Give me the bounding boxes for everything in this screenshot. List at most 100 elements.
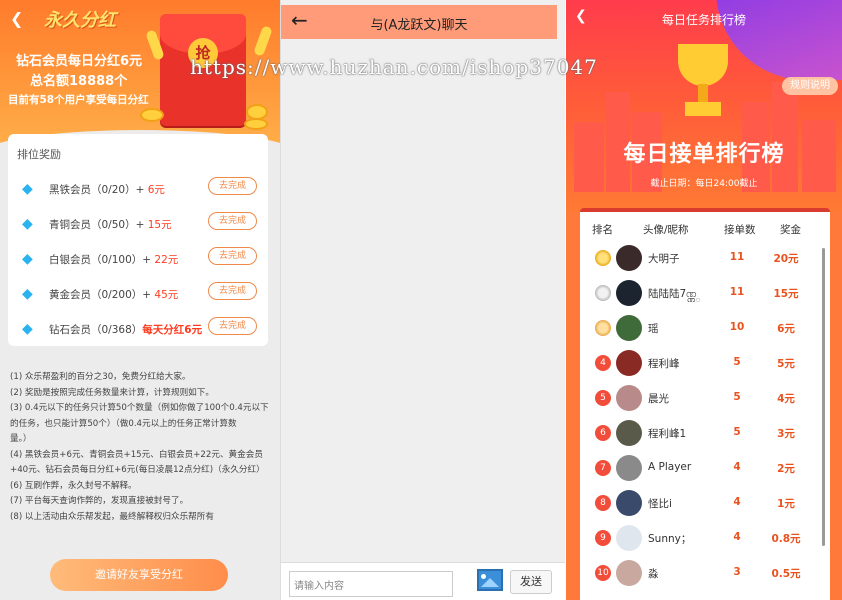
reward-amount: 6元	[144, 184, 165, 196]
user-name: 怪比i	[648, 498, 672, 510]
rank-number: 7	[595, 460, 611, 476]
ranking-row: 大明子 11 20元	[580, 238, 830, 274]
rule-line: (8) 以上活动由众乐帮发起，最终解释权归众乐帮所有	[10, 511, 214, 522]
reward-value: 4元	[777, 393, 795, 405]
rank-number: 4	[595, 355, 611, 371]
reward-label: 青铜会员（0/50）+ 15元	[49, 217, 172, 232]
reward-name: 黑铁会员（0/20）+	[49, 184, 145, 196]
card-title: 排位奖励	[17, 148, 61, 161]
reward-row: ◆ 钻石会员（0/368）每天分红6元 去完成	[8, 316, 268, 352]
complete-button[interactable]: 去完成	[208, 177, 257, 195]
reward-label: 钻石会员（0/368）每天分红6元	[49, 322, 202, 337]
reward-value: 20元	[773, 253, 799, 265]
ranking-row: 6 程利峰1 5 3元	[580, 413, 830, 449]
ranking-row: 9 Sunny； 4 0.8元	[580, 518, 830, 554]
reward-name: 白银会员（0/100）+	[49, 254, 152, 266]
user-name: 程利峰	[648, 358, 680, 370]
avatar	[616, 490, 642, 516]
user-name: 大明子	[648, 253, 680, 265]
order-count: 11	[729, 286, 745, 298]
user-name: A Player	[648, 461, 692, 473]
avatar-header: 头像/昵称	[643, 224, 689, 236]
order-count: 3	[733, 566, 741, 578]
complete-button[interactable]: 去完成	[208, 282, 257, 300]
ranking-row: 5 晨光 5 4元	[580, 378, 830, 414]
leaderboard-heading: 每日接单排行榜	[623, 142, 785, 167]
invite-button[interactable]: 邀请好友享受分红	[50, 559, 228, 591]
order-count: 4	[733, 461, 741, 473]
leaderboard-panel: ❮ 每日任务排行榜 规则说明 每日接单排行榜 截止日期：每日24:00截止 排名…	[566, 0, 842, 600]
diamond-icon: ◆	[22, 181, 33, 197]
ranking-row: 4 程利峰 5 5元	[580, 343, 830, 379]
chat-panel: ← 与(A龙跃文)聊天 请输入内容 发送	[280, 0, 565, 600]
user-name: Sunny；	[648, 533, 692, 545]
bonus-line-1: 钻石会员每日分红6元	[16, 54, 143, 69]
watermark-text: https://www.huzhan.com/ishop37047	[190, 55, 598, 79]
reward-name: 青铜会员（0/50）+	[49, 219, 145, 231]
diamond-icon: ◆	[22, 216, 33, 232]
reward-value: 0.5元	[771, 568, 801, 580]
reward-name: 钻石会员（0/368）	[49, 324, 143, 336]
ranking-row: 10 淼 3 0.5元	[580, 553, 830, 589]
avatar	[616, 420, 642, 446]
rank-reward-card: 排位奖励 ◆ 黑铁会员（0/20）+ 6元 去完成 ◆ 青铜会员（0/50）+ …	[8, 134, 268, 346]
ranking-list: 排名 头像/昵称 接单数 奖金 大明子 11 20元 陆陆陆7ဏ္ဏ္ 11 1…	[580, 208, 830, 600]
reward-value: 6元	[777, 323, 795, 335]
ranking-row: 7 A Player 4 2元	[580, 448, 830, 484]
reward-header: 奖金	[780, 224, 801, 236]
rule-line: 量。）	[10, 434, 32, 444]
reward-row: ◆ 青铜会员（0/50）+ 15元 去完成	[8, 211, 268, 247]
rank-number: 9	[595, 530, 611, 546]
rule-line: (6) 互刷作弊，永久封号不解释。	[10, 480, 137, 491]
message-input[interactable]: 请输入内容	[289, 571, 453, 597]
order-count: 10	[729, 321, 745, 333]
order-count: 5	[733, 391, 741, 403]
avatar	[616, 560, 642, 586]
chat-input-bar: 请输入内容 发送	[281, 562, 565, 600]
ranking-row: 8 怪比i 4 1元	[580, 483, 830, 519]
rules-button[interactable]: 规则说明	[782, 77, 838, 95]
hand-icon	[253, 25, 273, 57]
rule-line: (3) 0.4元以下的任务只计算50个数量（例如你做了100个0.4元以下	[10, 403, 269, 413]
reward-value: 1元	[777, 498, 795, 510]
avatar	[616, 525, 642, 551]
order-count: 4	[733, 531, 741, 543]
rule-line: (4) 黑铁会员+6元、青铜会员+15元、白银会员+22元、黄金会员	[10, 449, 263, 460]
rule-line: (2) 奖励是按照完成任务数量来计算，计算规则如下。	[10, 387, 214, 398]
complete-button[interactable]: 去完成	[208, 317, 257, 335]
reward-label: 黄金会员（0/200）+ 45元	[49, 287, 178, 302]
avatar	[616, 245, 642, 271]
chevron-left-icon[interactable]: ❮	[10, 9, 23, 28]
bronze-medal-icon	[595, 320, 611, 336]
image-icon[interactable]	[477, 569, 503, 591]
reward-value: 15元	[773, 288, 799, 300]
reward-value: 2元	[777, 463, 795, 475]
deadline-text: 截止日期：每日24:00截止	[650, 179, 758, 189]
avatar	[616, 280, 642, 306]
diamond-icon: ◆	[22, 251, 33, 267]
send-button[interactable]: 发送	[510, 570, 552, 594]
diamond-icon: ◆	[22, 286, 33, 302]
rank-number: 8	[595, 495, 611, 511]
user-name: 晨光	[648, 393, 669, 405]
ranking-header: 排名 头像/昵称 接单数 奖金	[580, 222, 830, 238]
trophy-icon	[670, 44, 736, 128]
ranking-row: 瑶 10 6元	[580, 308, 830, 344]
complete-button[interactable]: 去完成	[208, 247, 257, 265]
rule-line: 的任务，也只能计算50个）（做0.4元以上的任务正常计算数	[10, 418, 237, 429]
chat-title: 与(A龙跃文)聊天	[370, 18, 468, 33]
complete-button[interactable]: 去完成	[208, 212, 257, 230]
rank-header: 排名	[592, 224, 613, 236]
reward-amount: 45元	[151, 289, 179, 301]
user-name: 程利峰1	[648, 428, 687, 440]
reward-value: 0.8元	[771, 533, 801, 545]
bonus-panel: ❮ 永久分红 钻石会员每日分红6元 总名额18888个 目前有58个用户享受每日…	[0, 0, 280, 600]
leaderboard-title: 每日任务排行榜	[661, 13, 746, 27]
avatar	[616, 455, 642, 481]
scrollbar[interactable]	[822, 248, 825, 546]
leaderboard-banner: ❮ 每日任务排行榜 规则说明 每日接单排行榜 截止日期：每日24:00截止	[566, 0, 842, 212]
rules-text: (1) 众乐帮盈利的百分之30，免费分红给大家。 (2) 奖励是按照完成任务数量…	[10, 370, 272, 525]
reward-value: 5元	[777, 358, 795, 370]
bonus-line-2: 总名额18888个	[30, 74, 128, 89]
coin-icon	[140, 108, 164, 122]
